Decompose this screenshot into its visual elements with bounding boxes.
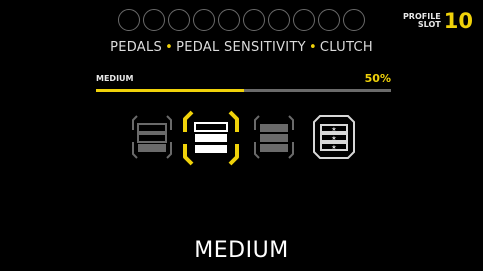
svg-text:★: ★ [331, 126, 336, 133]
svg-text:★: ★ [331, 135, 336, 142]
sensitivity-value: 50% [364, 72, 391, 85]
svg-text:★: ★ [331, 144, 336, 151]
sensitivity-level-label: MEDIUM [96, 74, 134, 83]
sensitivity-option-medium[interactable] [180, 108, 242, 172]
profile-slot-indicators [118, 9, 368, 33]
profile-slot: PROFILE SLOT 10 [403, 9, 473, 33]
sensitivity-high-icon [254, 115, 294, 159]
sensitivity-custom-icon: ★ ★ ★ [313, 115, 355, 159]
selected-option-caption: MEDIUM [194, 238, 289, 263]
profile-label-line2: SLOT [417, 20, 441, 29]
breadcrumb-separator: • [165, 40, 174, 55]
profile-slot-dot [343, 9, 365, 31]
profile-slot-dot [143, 9, 165, 31]
profile-slot-dot [293, 9, 315, 31]
profile-slot-dot [243, 9, 265, 31]
breadcrumb-item-pedal-sensitivity: PEDAL SENSITIVITY [176, 40, 306, 55]
profile-slot-dot [218, 9, 240, 31]
profile-slot-dot [118, 9, 140, 31]
sensitivity-option-low[interactable] [130, 112, 174, 166]
sensitivity-option-custom[interactable]: ★ ★ ★ [312, 112, 356, 166]
breadcrumb-item-clutch: CLUTCH [319, 40, 373, 55]
sensitivity-option-high[interactable] [252, 112, 296, 166]
sensitivity-medium-icon [183, 110, 239, 166]
profile-slot-dot [268, 9, 290, 31]
sensitivity-low-icon [132, 115, 172, 159]
breadcrumb-separator: • [308, 40, 317, 55]
breadcrumb-item-pedals: PEDALS [110, 40, 163, 55]
breadcrumb: PEDALS • PEDAL SENSITIVITY • CLUTCH [0, 40, 483, 55]
profile-slot-dot [168, 9, 190, 31]
sensitivity-slider[interactable] [96, 89, 391, 92]
sensitivity-slider-fill [96, 89, 244, 92]
profile-slot-number: 10 [443, 9, 473, 33]
profile-slot-dot [318, 9, 340, 31]
profile-slot-dot [193, 9, 215, 31]
profile-slot-label: PROFILE SLOT [403, 13, 441, 29]
